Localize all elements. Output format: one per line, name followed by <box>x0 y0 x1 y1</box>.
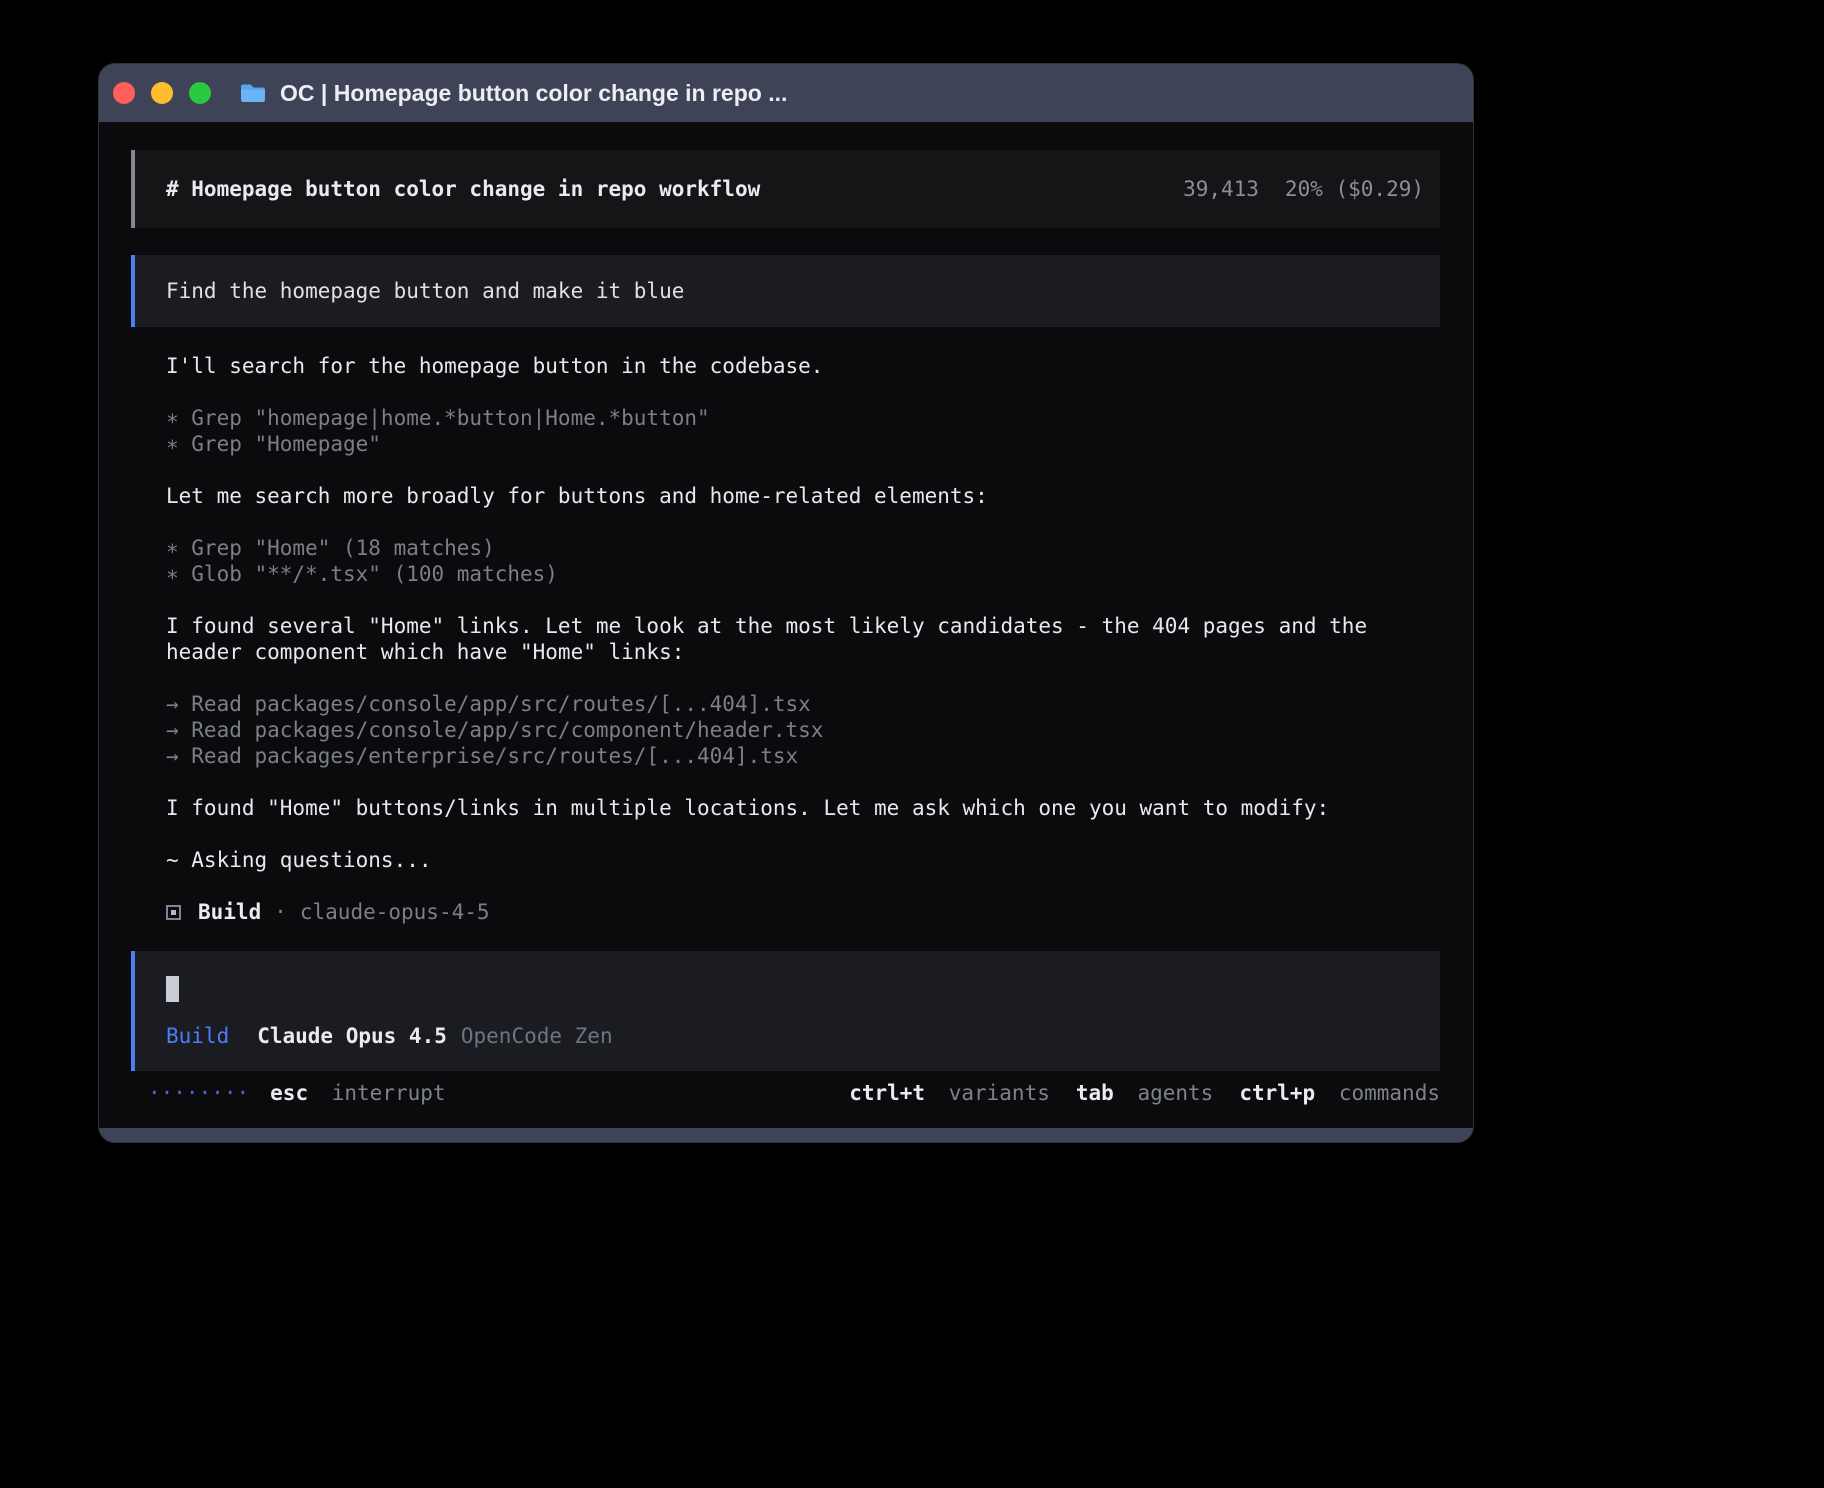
agent-name: Build <box>198 899 261 925</box>
session-header: # Homepage button color change in repo w… <box>131 150 1440 228</box>
minimize-button[interactable] <box>151 82 173 104</box>
tool-call-group: ∗ Grep "homepage|home.*button|Home.*butt… <box>166 405 1416 457</box>
key-tab-label: agents <box>1137 1081 1213 1105</box>
tool-call-read: → Read packages/console/app/src/routes/[… <box>166 691 1416 717</box>
key-ctrl-p: ctrl+p <box>1239 1081 1315 1105</box>
key-ctrl-t: ctrl+t <box>849 1081 925 1105</box>
text-cursor <box>166 976 179 1002</box>
key-esc: esc <box>270 1081 308 1105</box>
tool-call-grep: ∗ Grep "Home" (18 matches) <box>166 535 1416 561</box>
tool-call-read: → Read packages/console/app/src/componen… <box>166 717 1416 743</box>
shortcut-interrupt: esc interrupt <box>270 1080 445 1106</box>
prompt-input[interactable]: Build Claude Opus 4.5 OpenCode Zen <box>131 951 1440 1071</box>
token-count: 39,413 <box>1183 176 1259 202</box>
key-esc-label: interrupt <box>332 1081 446 1105</box>
input-agent-mode: Build <box>166 1023 229 1049</box>
terminal-content: # Homepage button color change in repo w… <box>99 122 1473 1128</box>
shortcut-agents: tab agents <box>1076 1080 1213 1106</box>
agent-badge: Build · claude-opus-4-5 <box>166 899 1416 925</box>
close-button[interactable] <box>113 82 135 104</box>
tool-call-read: → Read packages/enterprise/src/routes/[.… <box>166 743 1416 769</box>
window-title: OC | Homepage button color change in rep… <box>280 80 787 107</box>
input-model: Claude Opus 4.5 <box>257 1023 447 1049</box>
assistant-message: Let me search more broadly for buttons a… <box>166 483 1416 509</box>
agent-model: claude-opus-4-5 <box>300 899 490 925</box>
tool-call-glob: ∗ Glob "**/*.tsx" (100 matches) <box>166 561 1416 587</box>
user-message: Find the homepage button and make it blu… <box>131 255 1440 327</box>
agent-separator: · <box>274 899 287 925</box>
tool-call-group: ∗ Grep "Home" (18 matches) ∗ Glob "**/*.… <box>166 535 1416 587</box>
assistant-message: I found "Home" buttons/links in multiple… <box>166 795 1416 821</box>
assistant-message: I found several "Home" links. Let me loo… <box>166 613 1416 665</box>
status-line: ~ Asking questions... <box>166 847 1416 873</box>
window-titlebar[interactable]: OC | Homepage button color change in rep… <box>99 64 1473 122</box>
input-provider: OpenCode Zen <box>461 1023 613 1049</box>
input-mode-line: Build Claude Opus 4.5 OpenCode Zen <box>166 1023 1424 1049</box>
tool-call-grep: ∗ Grep "homepage|home.*button|Home.*butt… <box>166 405 1416 431</box>
window-title-group: OC | Homepage button color change in rep… <box>239 80 787 107</box>
agent-icon <box>166 905 181 920</box>
shortcut-variants: ctrl+t variants <box>849 1080 1050 1106</box>
key-ctrl-t-label: variants <box>949 1081 1050 1105</box>
spinner-dots: ········ <box>148 1080 249 1106</box>
folder-icon <box>239 82 267 104</box>
traffic-lights <box>113 82 211 104</box>
session-title: # Homepage button color change in repo w… <box>166 176 760 202</box>
shortcut-group: ctrl+t variants tab agents ctrl+p comman… <box>849 1080 1440 1106</box>
context-usage: 20% ($0.29) <box>1285 176 1424 202</box>
assistant-message: I'll search for the homepage button in t… <box>166 353 1416 379</box>
user-message-text: Find the homepage button and make it blu… <box>166 278 684 304</box>
session-stats: 39,413 20% ($0.29) <box>1183 176 1424 202</box>
tool-call-grep: ∗ Grep "Homepage" <box>166 431 1416 457</box>
terminal-window: OC | Homepage button color change in rep… <box>99 64 1473 1142</box>
tool-call-group: → Read packages/console/app/src/routes/[… <box>166 691 1416 769</box>
zoom-button[interactable] <box>189 82 211 104</box>
shortcut-commands: ctrl+p commands <box>1239 1080 1440 1106</box>
conversation: I'll search for the homepage button in t… <box>131 327 1416 925</box>
status-bar: ········ esc interrupt ctrl+t variants t… <box>131 1080 1440 1106</box>
key-tab: tab <box>1076 1081 1114 1105</box>
key-ctrl-p-label: commands <box>1339 1081 1440 1105</box>
